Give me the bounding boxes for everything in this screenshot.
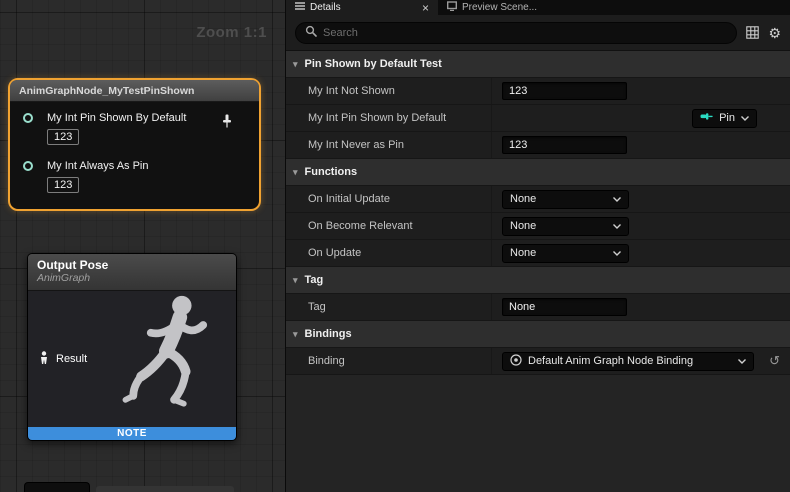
chevron-down-icon: ▾ (293, 329, 298, 340)
details-toolbar: ⚙ (286, 15, 790, 51)
property-label: On Update (286, 240, 491, 266)
search-icon (305, 24, 317, 42)
dropdown-value: Default Anim Graph Node Binding (528, 355, 693, 367)
property-label: On Initial Update (286, 186, 491, 212)
property-label: Tag (286, 294, 491, 320)
property-value-cell: Default Anim Graph Node Binding ↺ (491, 348, 790, 374)
property-value-cell: None (491, 240, 790, 266)
node-output-pose[interactable]: Output Pose AnimGraph (27, 253, 237, 441)
property-row: Tag (286, 294, 790, 321)
my-int-never-as-pin-input[interactable] (502, 136, 627, 154)
grid-view-icon[interactable] (746, 26, 759, 39)
preview-scene-icon (447, 1, 457, 14)
node-body: My Int Pin Shown By Default 123 (10, 102, 259, 193)
mannequin-image (120, 291, 232, 432)
pin-label: My Int Always As Pin (47, 160, 249, 173)
pose-pin-icon (38, 351, 50, 367)
property-value-cell: Pin (491, 105, 790, 131)
on-update-dropdown[interactable]: None (502, 244, 629, 263)
property-row: Binding Default Anim Graph Node Binding (286, 348, 790, 375)
partially-visible-node[interactable] (24, 482, 90, 492)
dropdown-value: None (510, 247, 536, 259)
pin-row: My Int Pin Shown By Default 123 (20, 112, 249, 145)
section-bindings[interactable]: ▾ Bindings (286, 321, 790, 348)
chevron-down-icon (738, 355, 746, 367)
dropdown-value: Pin (719, 112, 735, 124)
reset-to-default-icon[interactable]: ↺ (769, 353, 780, 369)
on-initial-update-dropdown[interactable]: None (502, 190, 629, 209)
pin-visibility-dropdown[interactable]: Pin (692, 109, 757, 128)
anim-graph-editor[interactable]: Zoom 1:1 AnimGraphNode_MyTestPinShown My… (0, 0, 286, 492)
binding-dropdown[interactable]: Default Anim Graph Node Binding (502, 352, 754, 371)
close-icon[interactable]: × (422, 3, 429, 13)
node-title: Output Pose (37, 258, 227, 272)
property-value-cell: None (491, 186, 790, 212)
property-value-cell: None (491, 213, 790, 239)
dropdown-value: None (510, 220, 536, 232)
partially-visible-node[interactable] (96, 486, 234, 492)
tab-details[interactable]: Details × (286, 0, 438, 15)
result-pin-label: Result (56, 353, 87, 365)
property-label: My Int Pin Shown by Default (286, 105, 491, 131)
my-int-not-shown-input[interactable] (502, 82, 627, 100)
section-functions[interactable]: ▾ Functions (286, 159, 790, 186)
pin-row: My Int Always As Pin 123 (20, 160, 249, 193)
property-row: My Int Never as Pin (286, 132, 790, 159)
property-label: Binding (286, 348, 491, 374)
pin-icon (700, 111, 713, 125)
pin-default-value[interactable]: 123 (47, 129, 79, 145)
property-row: On Update None (286, 240, 790, 267)
section-title: Tag (305, 274, 324, 286)
pushpin-icon (221, 114, 233, 133)
property-value-cell (491, 132, 790, 158)
unreal-editor-window: Zoom 1:1 AnimGraphNode_MyTestPinShown My… (0, 0, 790, 492)
property-value-cell (491, 294, 790, 320)
section-title: Bindings (305, 328, 352, 340)
dropdown-value: None (510, 193, 536, 205)
chevron-down-icon (741, 112, 749, 124)
section-title: Functions (305, 166, 358, 178)
search-input[interactable] (323, 27, 727, 39)
int-pin-icon[interactable] (23, 161, 33, 171)
node-header[interactable]: Output Pose AnimGraph (28, 254, 236, 291)
pin-label: My Int Pin Shown By Default (47, 112, 249, 125)
result-pin[interactable]: Result (38, 351, 87, 367)
on-become-relevant-dropdown[interactable]: None (502, 217, 629, 236)
gear-icon[interactable]: ⚙ (768, 26, 781, 40)
chevron-down-icon (613, 220, 621, 232)
property-row: On Initial Update None (286, 186, 790, 213)
details-panel: Details × Preview Scene... (286, 0, 790, 492)
node-body: Result (28, 291, 236, 427)
property-row: On Become Relevant None (286, 213, 790, 240)
section-tag[interactable]: ▾ Tag (286, 267, 790, 294)
node-title[interactable]: AnimGraphNode_MyTestPinShown (10, 80, 259, 102)
property-label: My Int Never as Pin (286, 132, 491, 158)
property-row: My Int Not Shown (286, 78, 790, 105)
tab-label: Preview Scene... (462, 2, 537, 13)
binding-icon (510, 354, 522, 369)
section-pin-shown-by-default-test[interactable]: ▾ Pin Shown by Default Test (286, 51, 790, 78)
search-box (295, 22, 737, 44)
tab-bar: Details × Preview Scene... (286, 0, 790, 15)
tab-label: Details (310, 2, 341, 13)
tag-input[interactable] (502, 298, 627, 316)
property-row: My Int Pin Shown by Default (286, 105, 790, 132)
int-pin-icon[interactable] (23, 113, 33, 123)
tab-preview-scene[interactable]: Preview Scene... (438, 0, 546, 15)
pin-default-value[interactable]: 123 (47, 177, 79, 193)
chevron-down-icon: ▾ (293, 275, 298, 286)
property-value-cell (491, 78, 790, 104)
node-animgraphnode-mytestpinshown[interactable]: AnimGraphNode_MyTestPinShown My Int Pin … (8, 78, 261, 211)
details-panel-icon (295, 1, 305, 14)
property-label: My Int Not Shown (286, 78, 491, 104)
node-subtitle: AnimGraph (37, 272, 227, 285)
chevron-down-icon: ▾ (293, 167, 298, 178)
property-list: ▾ Pin Shown by Default Test My Int Not S… (286, 51, 790, 375)
property-label: On Become Relevant (286, 213, 491, 239)
chevron-down-icon (613, 193, 621, 205)
zoom-level-label: Zoom 1:1 (196, 24, 267, 41)
chevron-down-icon (613, 247, 621, 259)
section-title: Pin Shown by Default Test (305, 58, 442, 70)
chevron-down-icon: ▾ (293, 59, 298, 70)
